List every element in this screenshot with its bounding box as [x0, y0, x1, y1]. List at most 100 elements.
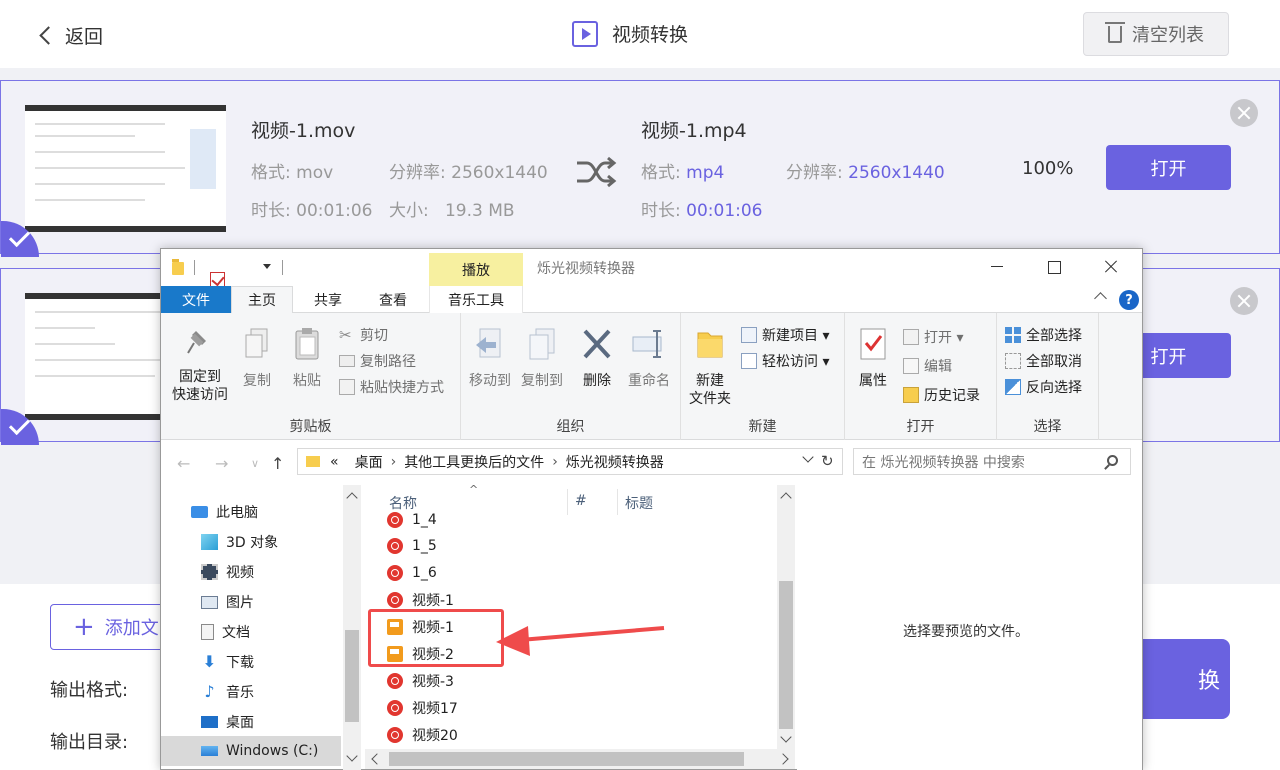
- tab-share[interactable]: 共享: [301, 286, 355, 313]
- close-icon[interactable]: [1100, 256, 1122, 278]
- clipboard-group-label: 剪贴板: [289, 419, 332, 435]
- remove-item-icon[interactable]: [1230, 287, 1258, 315]
- nav-scrollbar[interactable]: [343, 485, 361, 770]
- nav-item-desktop[interactable]: 桌面: [161, 707, 341, 737]
- easy-access-icon: [741, 353, 757, 369]
- file-list-scrollbar[interactable]: [777, 485, 795, 749]
- breadcrumb-overflow[interactable]: «: [330, 454, 339, 470]
- column-number[interactable]: #: [575, 493, 587, 509]
- paste-shortcut-button[interactable]: 粘贴快捷方式: [339, 377, 444, 397]
- copy-to-icon: [529, 328, 555, 360]
- file-row[interactable]: 视频-3: [387, 667, 454, 694]
- nav-item-documents[interactable]: 文档: [161, 617, 341, 647]
- properties-check-icon[interactable]: [210, 272, 225, 287]
- tab-view[interactable]: 查看: [365, 286, 421, 313]
- breadcrumb-item[interactable]: 桌面: [355, 452, 383, 472]
- paste-icon: [295, 328, 319, 360]
- open-icon: [903, 329, 919, 345]
- move-to-button[interactable]: 移动到: [465, 327, 515, 390]
- properties-button[interactable]: 属性: [853, 327, 893, 390]
- source-size: 大小: 19.3 MB: [389, 201, 515, 221]
- source-duration: 时长: 00:01:06: [251, 201, 373, 221]
- select-none-button[interactable]: 全部取消: [1005, 351, 1082, 371]
- copy-button[interactable]: 复制: [237, 327, 277, 390]
- drive-icon: [201, 746, 218, 756]
- new-item-icon: [741, 327, 757, 343]
- select-group: 全部选择 全部取消 反向选择 选择: [997, 313, 1099, 440]
- copy-to-button[interactable]: 复制到: [517, 327, 567, 390]
- organize-group-label: 组织: [556, 419, 585, 435]
- refresh-icon[interactable]: ↻: [821, 452, 834, 470]
- rename-button[interactable]: 重命名: [621, 327, 677, 390]
- back-button[interactable]: 返回: [38, 22, 103, 49]
- cube-icon: [201, 534, 218, 550]
- title-bar: 播放 烁光视频转换器: [161, 249, 1142, 303]
- minimize-icon[interactable]: [987, 256, 1009, 278]
- trash-icon: [1105, 21, 1125, 43]
- document-icon: [201, 624, 214, 640]
- up-arrow-icon[interactable]: ↑: [271, 454, 284, 473]
- desktop-icon: [201, 716, 218, 728]
- file-row[interactable]: 视频20: [387, 721, 458, 748]
- recent-dropdown-icon[interactable]: ∨: [251, 457, 259, 470]
- breadcrumb-item[interactable]: 其他工具更换后的文件: [404, 452, 544, 472]
- cut-button[interactable]: ✂ 剪切: [339, 325, 388, 345]
- open-button[interactable]: 打开: [1106, 145, 1231, 190]
- tab-music-tools[interactable]: 音乐工具: [429, 286, 523, 313]
- collapse-ribbon-icon[interactable]: [1094, 292, 1107, 305]
- easy-access-button[interactable]: 轻松访问 ▾: [741, 351, 829, 371]
- help-icon[interactable]: ?: [1119, 290, 1139, 310]
- forward-arrow-icon[interactable]: →: [215, 454, 228, 473]
- folder-icon: [306, 456, 320, 467]
- computer-icon: [191, 506, 208, 518]
- file-list-horizontal-scrollbar[interactable]: [365, 749, 795, 769]
- maximize-icon[interactable]: [1043, 256, 1065, 278]
- select-all-icon: [1005, 327, 1021, 343]
- preview-pane: 选择要预览的文件。: [797, 485, 1142, 770]
- pin-quick-access-button[interactable]: 固定到 快速访问: [167, 327, 233, 404]
- column-title[interactable]: 标题: [625, 493, 653, 513]
- open-file-button[interactable]: 打开 ▾: [903, 327, 963, 347]
- remove-item-icon[interactable]: [1230, 99, 1258, 127]
- delete-button[interactable]: 删除: [577, 327, 617, 390]
- edit-button[interactable]: 编辑: [903, 356, 952, 376]
- breadcrumb[interactable]: « 桌面 › 其他工具更换后的文件 › 烁光视频转换器: [297, 448, 843, 475]
- paste-button[interactable]: 粘贴: [285, 327, 329, 390]
- tab-file[interactable]: 文件: [161, 286, 231, 313]
- clear-list-button[interactable]: 清空列表: [1083, 12, 1229, 56]
- delete-x-icon: [583, 329, 611, 359]
- back-arrow-icon[interactable]: ←: [177, 454, 190, 473]
- file-row[interactable]: 1_6: [387, 559, 437, 586]
- breadcrumb-item[interactable]: 烁光视频转换器: [566, 452, 664, 472]
- context-tab-play[interactable]: 播放: [429, 253, 523, 286]
- tab-home[interactable]: 主页: [231, 286, 293, 314]
- invert-selection-button[interactable]: 反向选择: [1005, 377, 1082, 397]
- nav-item-downloads[interactable]: ⬇ 下载: [161, 647, 341, 677]
- history-button[interactable]: 历史记录: [903, 385, 980, 405]
- picture-icon: [201, 595, 218, 609]
- nav-item-drive-c[interactable]: Windows (C:): [161, 736, 341, 766]
- chevron-left-icon: [39, 26, 58, 45]
- nav-item-music[interactable]: ♪ 音乐: [161, 677, 341, 707]
- customize-toolbar-icon[interactable]: [263, 264, 271, 269]
- file-row[interactable]: 视频17: [387, 694, 458, 721]
- top-bar: 返回 视频转换 清空列表: [0, 0, 1280, 68]
- nav-item-this-pc[interactable]: 此电脑: [161, 497, 341, 527]
- copy-path-button[interactable]: 复制路径: [339, 351, 416, 371]
- column-name[interactable]: 名称: [389, 493, 417, 513]
- select-all-button[interactable]: 全部选择: [1005, 325, 1082, 345]
- select-group-label: 选择: [1033, 419, 1062, 435]
- nav-item-3d-objects[interactable]: 3D 对象: [161, 527, 341, 557]
- new-item-button[interactable]: 新建项目 ▾: [741, 325, 829, 345]
- new-folder-button[interactable]: 新建 文件夹: [685, 327, 735, 408]
- output-file-name: 视频-1.mp4: [641, 120, 747, 142]
- file-row[interactable]: 1_5: [387, 532, 437, 559]
- nav-item-pictures[interactable]: 图片: [161, 587, 341, 617]
- netease-music-icon: [387, 699, 403, 716]
- nav-item-videos[interactable]: 视频: [161, 557, 341, 587]
- file-row[interactable]: 1_4: [387, 512, 437, 528]
- search-input[interactable]: 在 烁光视频转换器 中搜索: [853, 448, 1131, 475]
- source-file-name: 视频-1.mov: [251, 120, 356, 142]
- film-icon: [201, 564, 218, 580]
- copy-path-icon: [339, 355, 355, 367]
